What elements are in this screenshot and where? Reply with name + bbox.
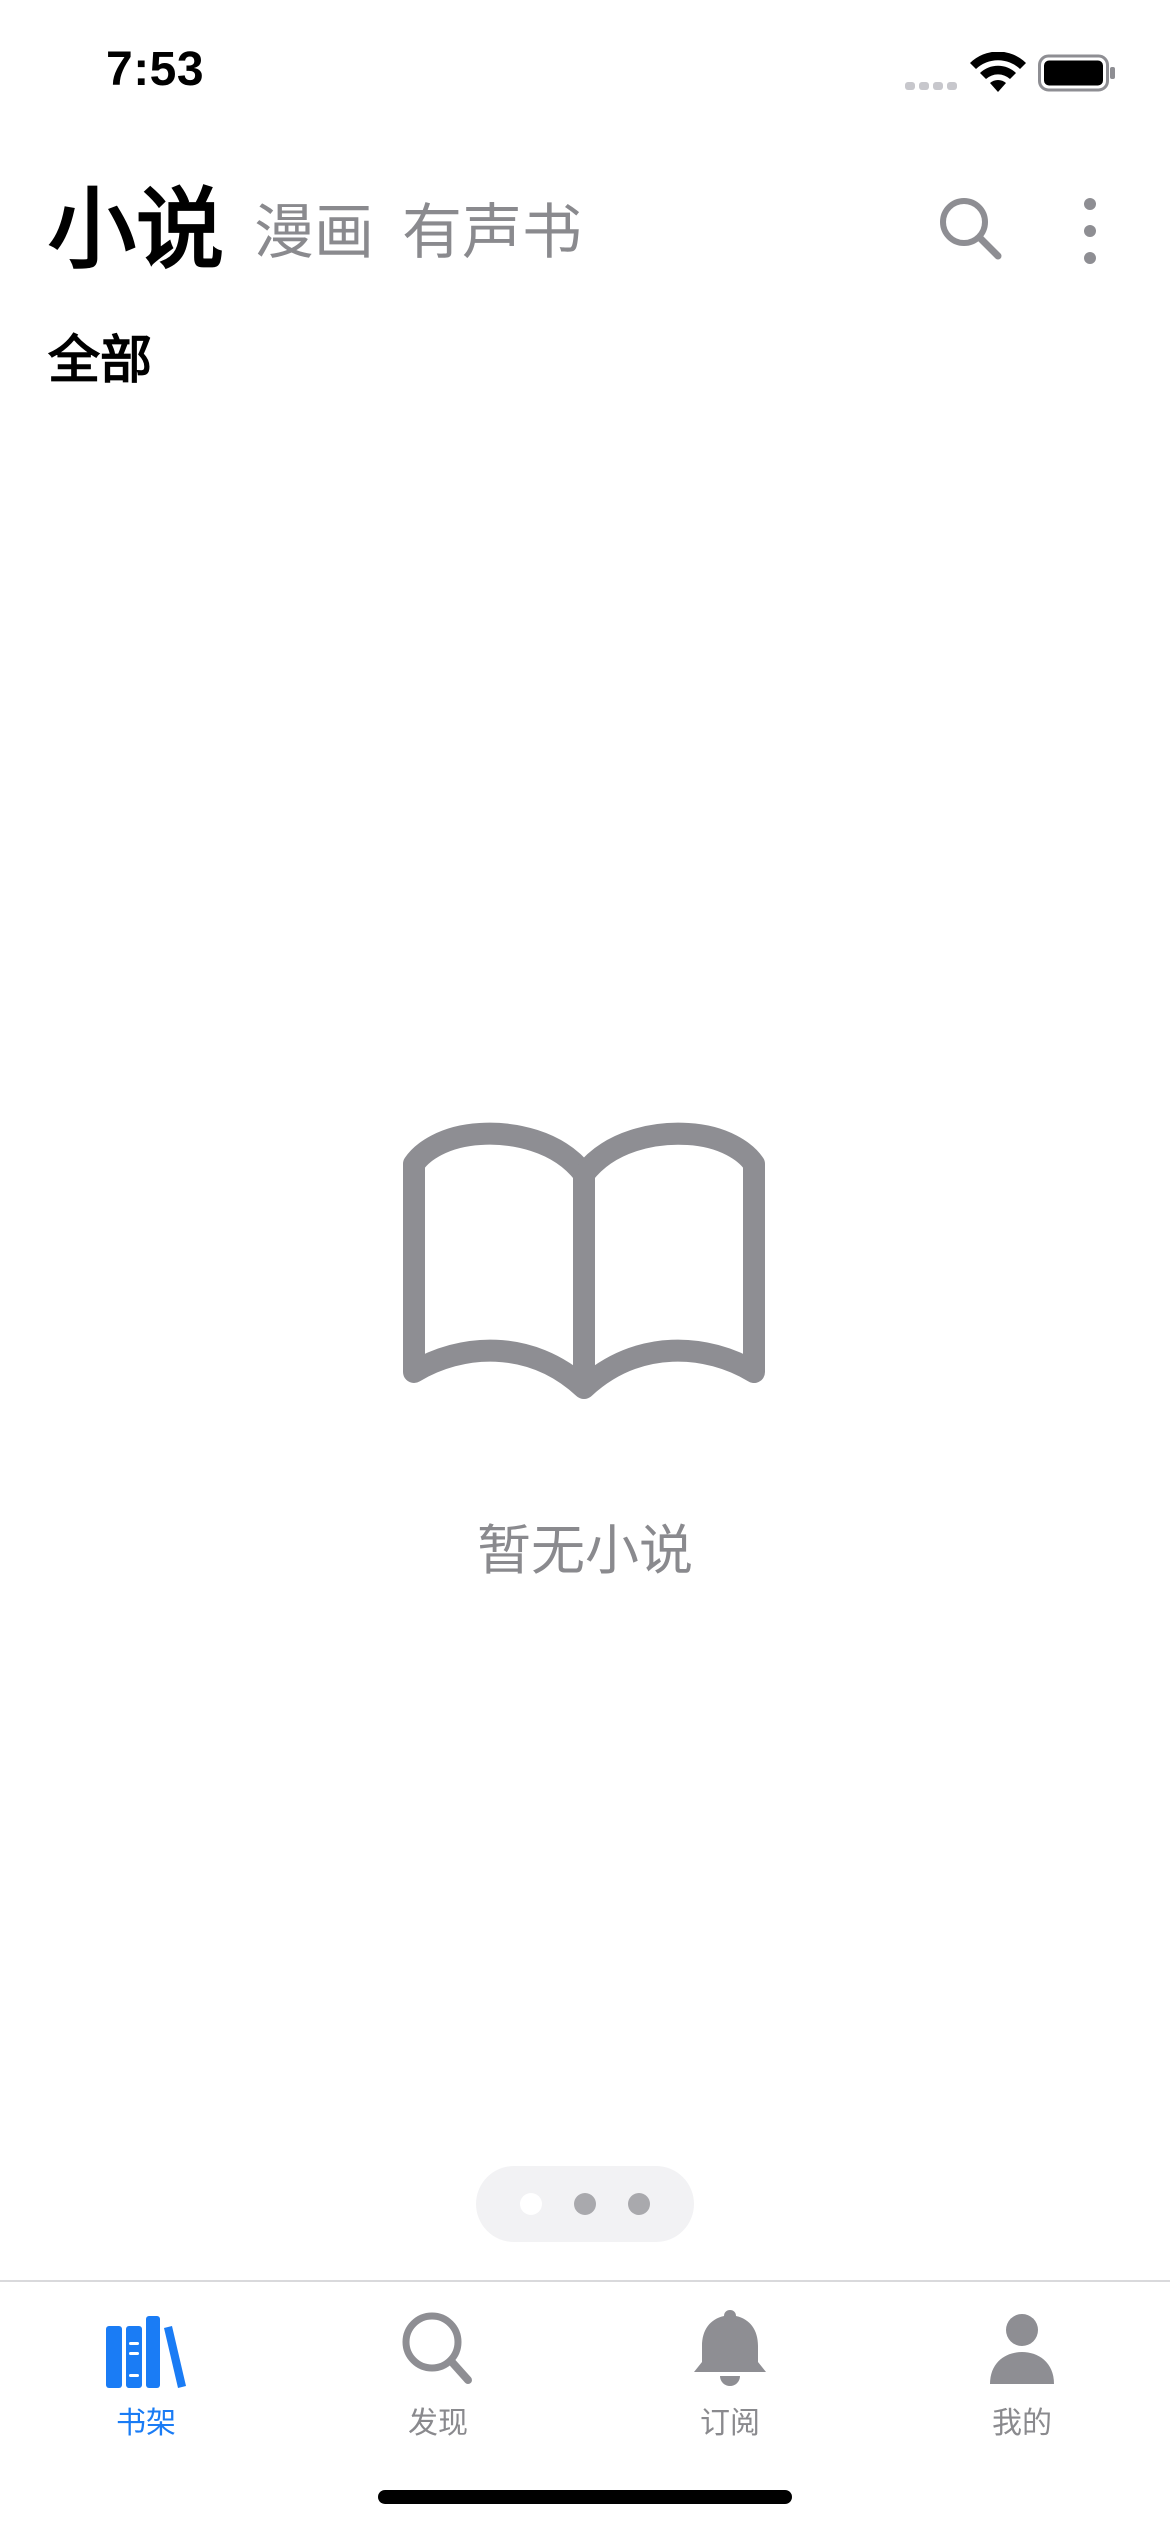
more-vertical-icon[interactable] <box>1070 194 1110 268</box>
tab-bookshelf-label: 书架 <box>116 2406 176 2441</box>
empty-state-message: 暂无小说 <box>477 1519 693 1582</box>
tab-audiobooks[interactable]: 有声书 <box>402 200 582 266</box>
person-icon <box>990 2314 1054 2384</box>
cellular-signal-icon <box>905 82 957 90</box>
filter-all-label[interactable]: 全部 <box>48 318 152 393</box>
tab-bookshelf[interactable]: 书架 <box>46 2296 246 2446</box>
status-bar: 7:53 <box>0 0 1170 150</box>
home-indicator[interactable] <box>378 2490 792 2504</box>
open-book-icon <box>403 1122 765 1399</box>
bell-icon <box>694 2310 766 2386</box>
tab-subscribe-label: 订阅 <box>700 2406 760 2441</box>
search-icon[interactable] <box>936 194 1006 264</box>
tab-novels[interactable]: 小说 <box>48 181 224 279</box>
tab-mine[interactable]: 我的 <box>922 2296 1122 2446</box>
page-dot-2[interactable] <box>574 2193 596 2215</box>
page-indicator[interactable] <box>476 2166 694 2242</box>
tab-mine-label: 我的 <box>992 2406 1052 2441</box>
wifi-icon <box>970 52 1026 92</box>
bookshelf-icon <box>106 2316 186 2388</box>
status-time: 7:53 <box>106 43 205 96</box>
tab-subscribe[interactable]: 订阅 <box>630 2296 830 2446</box>
tab-discover[interactable]: 发现 <box>338 2296 538 2446</box>
page-dot-1[interactable] <box>520 2193 542 2215</box>
header: 小说 漫画 有声书 <box>0 160 1170 310</box>
tab-comics[interactable]: 漫画 <box>254 200 374 266</box>
search-icon <box>402 2312 472 2384</box>
battery-icon <box>1038 54 1115 92</box>
page-dot-3[interactable] <box>628 2193 650 2215</box>
tab-discover-label: 发现 <box>408 2406 468 2441</box>
